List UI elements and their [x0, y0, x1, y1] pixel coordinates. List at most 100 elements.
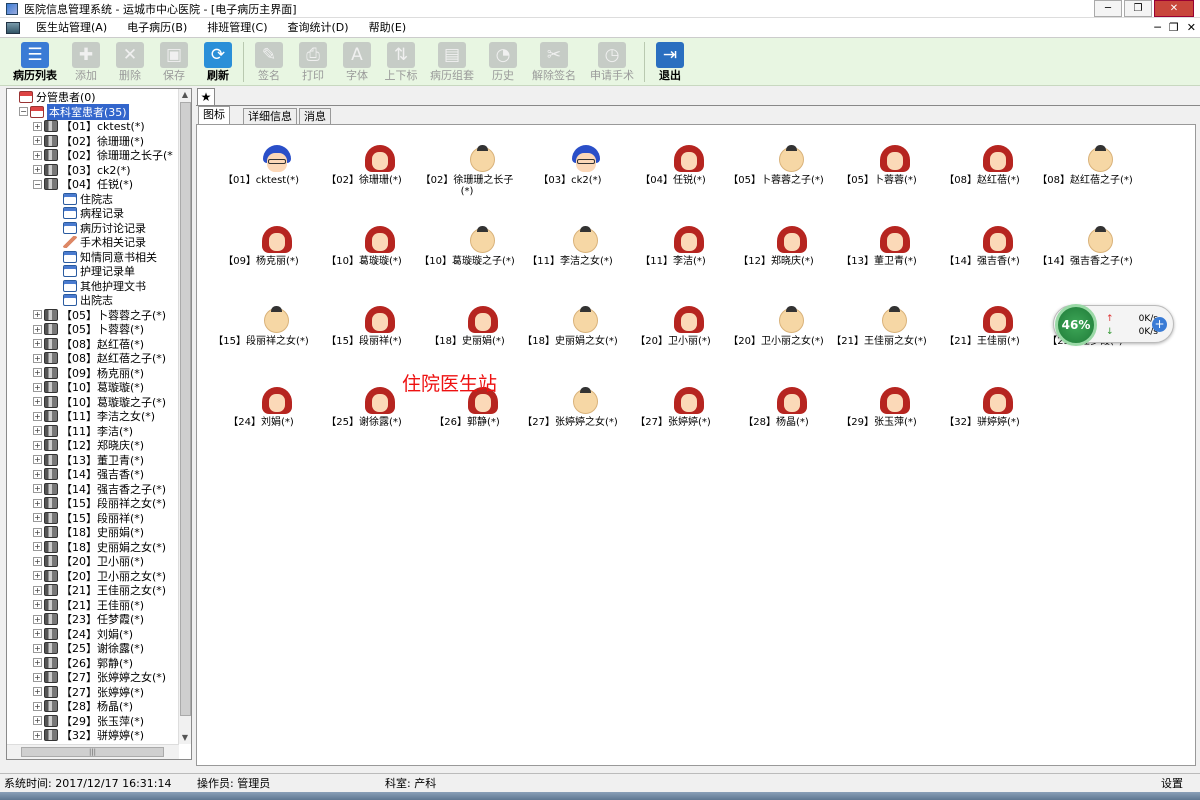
expand-icon[interactable]: +: [33, 571, 42, 581]
expand-icon[interactable]: +: [33, 382, 42, 392]
tree-node[interactable]: 护理记录单: [63, 264, 135, 279]
tree-node[interactable]: + 【18】史丽娟(*): [33, 525, 144, 540]
expand-icon[interactable]: +: [33, 556, 42, 566]
tree-node[interactable]: − 【04】任锐(*): [33, 177, 133, 192]
tree-node[interactable]: + 【05】卜蓉蓉(*): [33, 322, 144, 337]
tree-node[interactable]: + 【09】杨克丽(*): [33, 366, 144, 381]
expand-icon[interactable]: +: [33, 353, 42, 363]
patient-card[interactable]: 【12】郑晓庆(*): [726, 225, 826, 306]
tree-node[interactable]: + 【15】段丽祥(*): [33, 511, 144, 526]
patient-card[interactable]: 【03】ck2(*): [520, 145, 620, 225]
expand-icon[interactable]: +: [33, 339, 42, 349]
mdi-restore-icon[interactable]: ❐: [1169, 18, 1179, 38]
scroll-down-icon[interactable]: ▼: [179, 732, 191, 744]
patient-card[interactable]: 【13】董卫青(*): [829, 225, 929, 306]
patient-card[interactable]: 【02】徐珊珊(*): [314, 145, 414, 225]
tree-node[interactable]: + 【03】ck2(*): [33, 163, 131, 178]
patient-card[interactable]: 【09】杨克丽(*): [211, 225, 311, 306]
tree-node[interactable]: + 【10】葛璇璇之子(*): [33, 395, 166, 410]
patient-card[interactable]: 【08】赵红蓓之子(*): [1035, 145, 1135, 225]
expand-icon[interactable]: +: [33, 716, 42, 726]
expand-icon[interactable]: +: [33, 658, 42, 668]
expand-icon[interactable]: +: [33, 121, 42, 131]
expand-icon[interactable]: +: [33, 150, 42, 160]
tab-messages[interactable]: 消息: [299, 108, 331, 124]
patient-card[interactable]: 【14】强吉香(*): [932, 225, 1032, 306]
restore-icon[interactable]: ❐: [1124, 0, 1152, 17]
tree-node[interactable]: + 【18】史丽娟之女(*): [33, 540, 166, 555]
tree-vertical-scrollbar[interactable]: ▲ ▼: [178, 89, 191, 744]
menu-scheduling[interactable]: 排班管理(C): [197, 18, 277, 38]
expand-icon[interactable]: +: [33, 484, 42, 494]
patient-card[interactable]: 【11】李洁之女(*): [520, 225, 620, 306]
network-speed-widget[interactable]: 46% ↑ 0K/s ↓ 0K/s +: [1053, 304, 1174, 346]
patient-card[interactable]: 【29】张玉萍(*): [829, 386, 929, 467]
toolbar-button-exit[interactable]: ⇥ 退出: [648, 38, 692, 86]
patient-card[interactable]: 【28】杨晶(*): [726, 386, 826, 467]
expand-icon[interactable]: +: [33, 455, 42, 465]
patient-card[interactable]: 【11】李洁(*): [623, 225, 723, 306]
patient-card[interactable]: 【10】葛璇璇之子(*): [417, 225, 517, 306]
tree-node[interactable]: + 【24】刘娟(*): [33, 627, 133, 642]
favorites-tab[interactable]: ★: [197, 88, 215, 106]
expand-icon[interactable]: +: [33, 397, 42, 407]
tree-node[interactable]: + 【32】骈婷婷(*): [33, 728, 144, 743]
tree-node[interactable]: 其他护理文书: [63, 279, 146, 294]
patient-card[interactable]: 【21】王佳丽(*): [932, 306, 1032, 386]
tree-horizontal-scrollbar[interactable]: |||: [7, 744, 179, 759]
collapse-icon[interactable]: −: [33, 179, 42, 189]
menu-doctor-station[interactable]: 医生站管理(A): [26, 18, 117, 38]
expand-icon[interactable]: +: [33, 701, 42, 711]
tree-node[interactable]: + 【15】段丽祥之女(*): [33, 496, 166, 511]
toolbar-button-list[interactable]: ☰ 病历列表: [6, 38, 64, 86]
minimize-icon[interactable]: ─: [1094, 0, 1122, 17]
patient-card[interactable]: 【10】葛璇璇(*): [314, 225, 414, 306]
expand-icon[interactable]: +: [33, 310, 42, 320]
tree-node[interactable]: + 【11】李洁(*): [33, 424, 133, 439]
tree-node[interactable]: + 【05】卜蓉蓉之子(*): [33, 308, 166, 323]
expand-icon[interactable]: +: [33, 585, 42, 595]
patient-card[interactable]: 【05】卜蓉蓉之子(*): [726, 145, 826, 225]
expand-icon[interactable]: +: [33, 136, 42, 146]
tree-node[interactable]: 病历讨论记录: [63, 221, 146, 236]
tree-node[interactable]: + 【01】cktest(*): [33, 119, 145, 134]
expand-icon[interactable]: +: [33, 498, 42, 508]
patient-card[interactable]: 【04】任锐(*): [623, 145, 723, 225]
expand-icon[interactable]: +: [33, 440, 42, 450]
tree-node[interactable]: + 【10】葛璇璇(*): [33, 380, 144, 395]
expand-icon[interactable]: +: [33, 672, 42, 682]
tree-node[interactable]: + 【11】李洁之女(*): [33, 409, 155, 424]
tree-node[interactable]: + 【20】卫小丽之女(*): [33, 569, 166, 584]
tree-scroll-thumb[interactable]: [180, 102, 191, 716]
expand-icon[interactable]: +: [33, 629, 42, 639]
patient-card[interactable]: 【24】刘娟(*): [211, 386, 311, 467]
patient-card[interactable]: 【18】史丽娟之女(*): [520, 306, 620, 386]
patient-card[interactable]: 【25】谢徐露(*): [314, 386, 414, 467]
tree-node[interactable]: + 【28】杨晶(*): [33, 699, 133, 714]
expand-icon[interactable]: +: [33, 614, 42, 624]
collapse-icon[interactable]: −: [19, 107, 28, 117]
patient-card[interactable]: 【08】赵红蓓(*): [932, 145, 1032, 225]
patient-card[interactable]: 【21】王佳丽之女(*): [829, 306, 929, 386]
tree-node[interactable]: 住院志: [63, 192, 113, 207]
close-icon[interactable]: ✕: [1154, 0, 1194, 17]
patient-card[interactable]: 【18】史丽娟(*): [417, 306, 517, 386]
tree-node[interactable]: + 【21】王佳丽之女(*): [33, 583, 166, 598]
tree-node[interactable]: + 【02】徐珊珊(*): [33, 134, 144, 149]
tree-node[interactable]: + 【08】赵红蓓之子(*): [33, 351, 166, 366]
tree-node[interactable]: + 【27】张婷婷之女(*): [33, 670, 166, 685]
expand-icon[interactable]: +: [33, 368, 42, 378]
menu-help[interactable]: 帮助(E): [359, 18, 417, 38]
tree-node[interactable]: + 【20】卫小丽(*): [33, 554, 144, 569]
patient-card[interactable]: 【02】徐珊珊之长子(*): [417, 145, 517, 225]
tree-node[interactable]: + 【02】徐珊珊之长子(*: [33, 148, 173, 163]
tree-node[interactable]: + 【08】赵红蓓(*): [33, 337, 144, 352]
tree-node[interactable]: − 本科室患者(35): [19, 103, 129, 120]
tree-node[interactable]: 知情同意书相关: [63, 250, 157, 265]
patient-card[interactable]: 【05】卜蓉蓉(*): [829, 145, 929, 225]
tree-node[interactable]: + 【14】强吉香(*): [33, 467, 144, 482]
tree-node[interactable]: 手术相关记录: [63, 235, 146, 250]
mdi-minimize-icon[interactable]: ─: [1154, 18, 1161, 38]
toolbar-button-refresh[interactable]: ⟳ 刷新: [196, 38, 240, 86]
patient-card[interactable]: 【15】段丽祥(*): [314, 306, 414, 386]
